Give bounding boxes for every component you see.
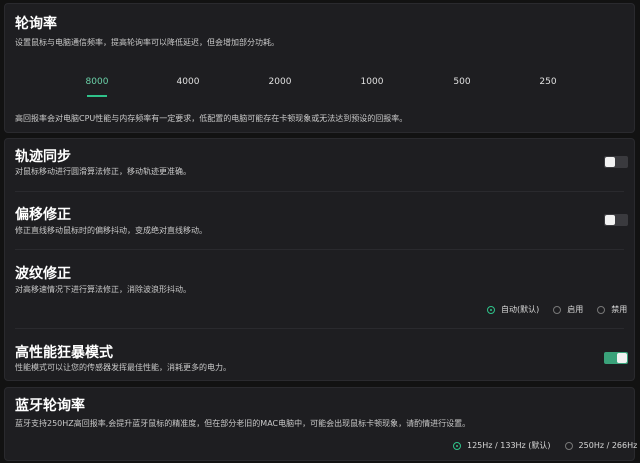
polling-rate-note: 高回报率会对电脑CPU性能与内存频率有一定要求，低配置的电脑可能存在卡顿现象或无… [15, 114, 408, 123]
toggle-knob [605, 215, 615, 225]
ripple-option-auto-label: 自动(默认) [501, 305, 540, 314]
radio-checked-icon [453, 441, 461, 450]
bluetooth-option-250hz[interactable]: 250Hz / 266Hz [564, 441, 638, 450]
bluetooth-option-250hz-label: 250Hz / 266Hz [578, 441, 638, 450]
bluetooth-option-125hz-label: 125Hz / 133Hz (默认) [467, 441, 551, 450]
radio-unchecked-icon [553, 305, 562, 314]
rate-option-250[interactable]: 250 [539, 77, 556, 87]
performance-mode-title: 高性能狂暴模式 [15, 345, 113, 361]
angle-snap-title: 偏移修正 [15, 207, 71, 223]
polling-rate-title: 轮询率 [15, 16, 57, 32]
selected-rate-underline [87, 95, 107, 97]
radio-checked-icon [487, 305, 495, 314]
sensor-settings-panel: 轨迹同步 对鼠标移动进行圆滑算法修正，移动轨迹更准确。 偏移修正 修正直线移动鼠… [4, 138, 635, 381]
angle-snap-desc: 修正直线移动鼠标时的偏移抖动，变成绝对直线移动。 [15, 226, 207, 235]
motion-sync-desc: 对鼠标移动进行圆滑算法修正，移动轨迹更准确。 [15, 167, 191, 176]
bluetooth-option-125hz[interactable]: 125Hz / 133Hz (默认) [453, 440, 551, 451]
radio-unchecked-icon [564, 441, 573, 450]
bluetooth-polling-options: 125Hz / 133Hz (默认) 250Hz / 266Hz [453, 440, 637, 451]
toggle-knob [617, 353, 627, 363]
ripple-option-enable-label: 启用 [567, 305, 584, 314]
ripple-control-title: 波纹修正 [15, 266, 71, 282]
divider [15, 328, 624, 329]
ripple-option-disable-label: 禁用 [611, 305, 628, 314]
rate-option-500[interactable]: 500 [453, 77, 470, 87]
divider [15, 249, 624, 250]
toggle-knob [605, 157, 615, 167]
polling-rate-desc: 设置鼠标与电脑通信频率，提高轮询率可以降低延迟，但会增加部分功耗。 [15, 38, 279, 47]
ripple-control-options: 自动(默认) 启用 禁用 [487, 304, 627, 315]
bluetooth-polling-desc: 蓝牙支持250HZ高回报率,会提升蓝牙鼠标的精准度，但在部分老旧的MAC电脑中，… [15, 419, 471, 428]
bluetooth-polling-panel: 蓝牙轮询率 蓝牙支持250HZ高回报率,会提升蓝牙鼠标的精准度，但在部分老旧的M… [4, 387, 637, 461]
performance-mode-desc: 性能模式可以让您的传感器发挥最佳性能，消耗更多的电力。 [15, 363, 231, 372]
rate-option-8000[interactable]: 8000 [86, 77, 109, 87]
ripple-option-disable[interactable]: 禁用 [597, 304, 627, 315]
rate-option-4000[interactable]: 4000 [177, 77, 200, 87]
motion-sync-toggle[interactable] [604, 156, 628, 168]
rate-option-2000[interactable]: 2000 [269, 77, 292, 87]
rate-option-1000[interactable]: 1000 [361, 77, 384, 87]
ripple-option-enable[interactable]: 启用 [553, 304, 583, 315]
ripple-control-desc: 对高移速情况下进行算法修正，消除波浪形抖动。 [15, 285, 191, 294]
bluetooth-polling-title: 蓝牙轮询率 [15, 398, 85, 414]
performance-mode-toggle[interactable] [604, 352, 628, 364]
motion-sync-title: 轨迹同步 [15, 149, 71, 165]
radio-unchecked-icon [597, 305, 606, 314]
polling-rate-panel: 轮询率 设置鼠标与电脑通信频率，提高轮询率可以降低延迟，但会增加部分功耗。 80… [4, 3, 635, 133]
angle-snap-toggle[interactable] [604, 214, 628, 226]
ripple-option-auto[interactable]: 自动(默认) [487, 304, 539, 315]
divider [15, 191, 624, 192]
